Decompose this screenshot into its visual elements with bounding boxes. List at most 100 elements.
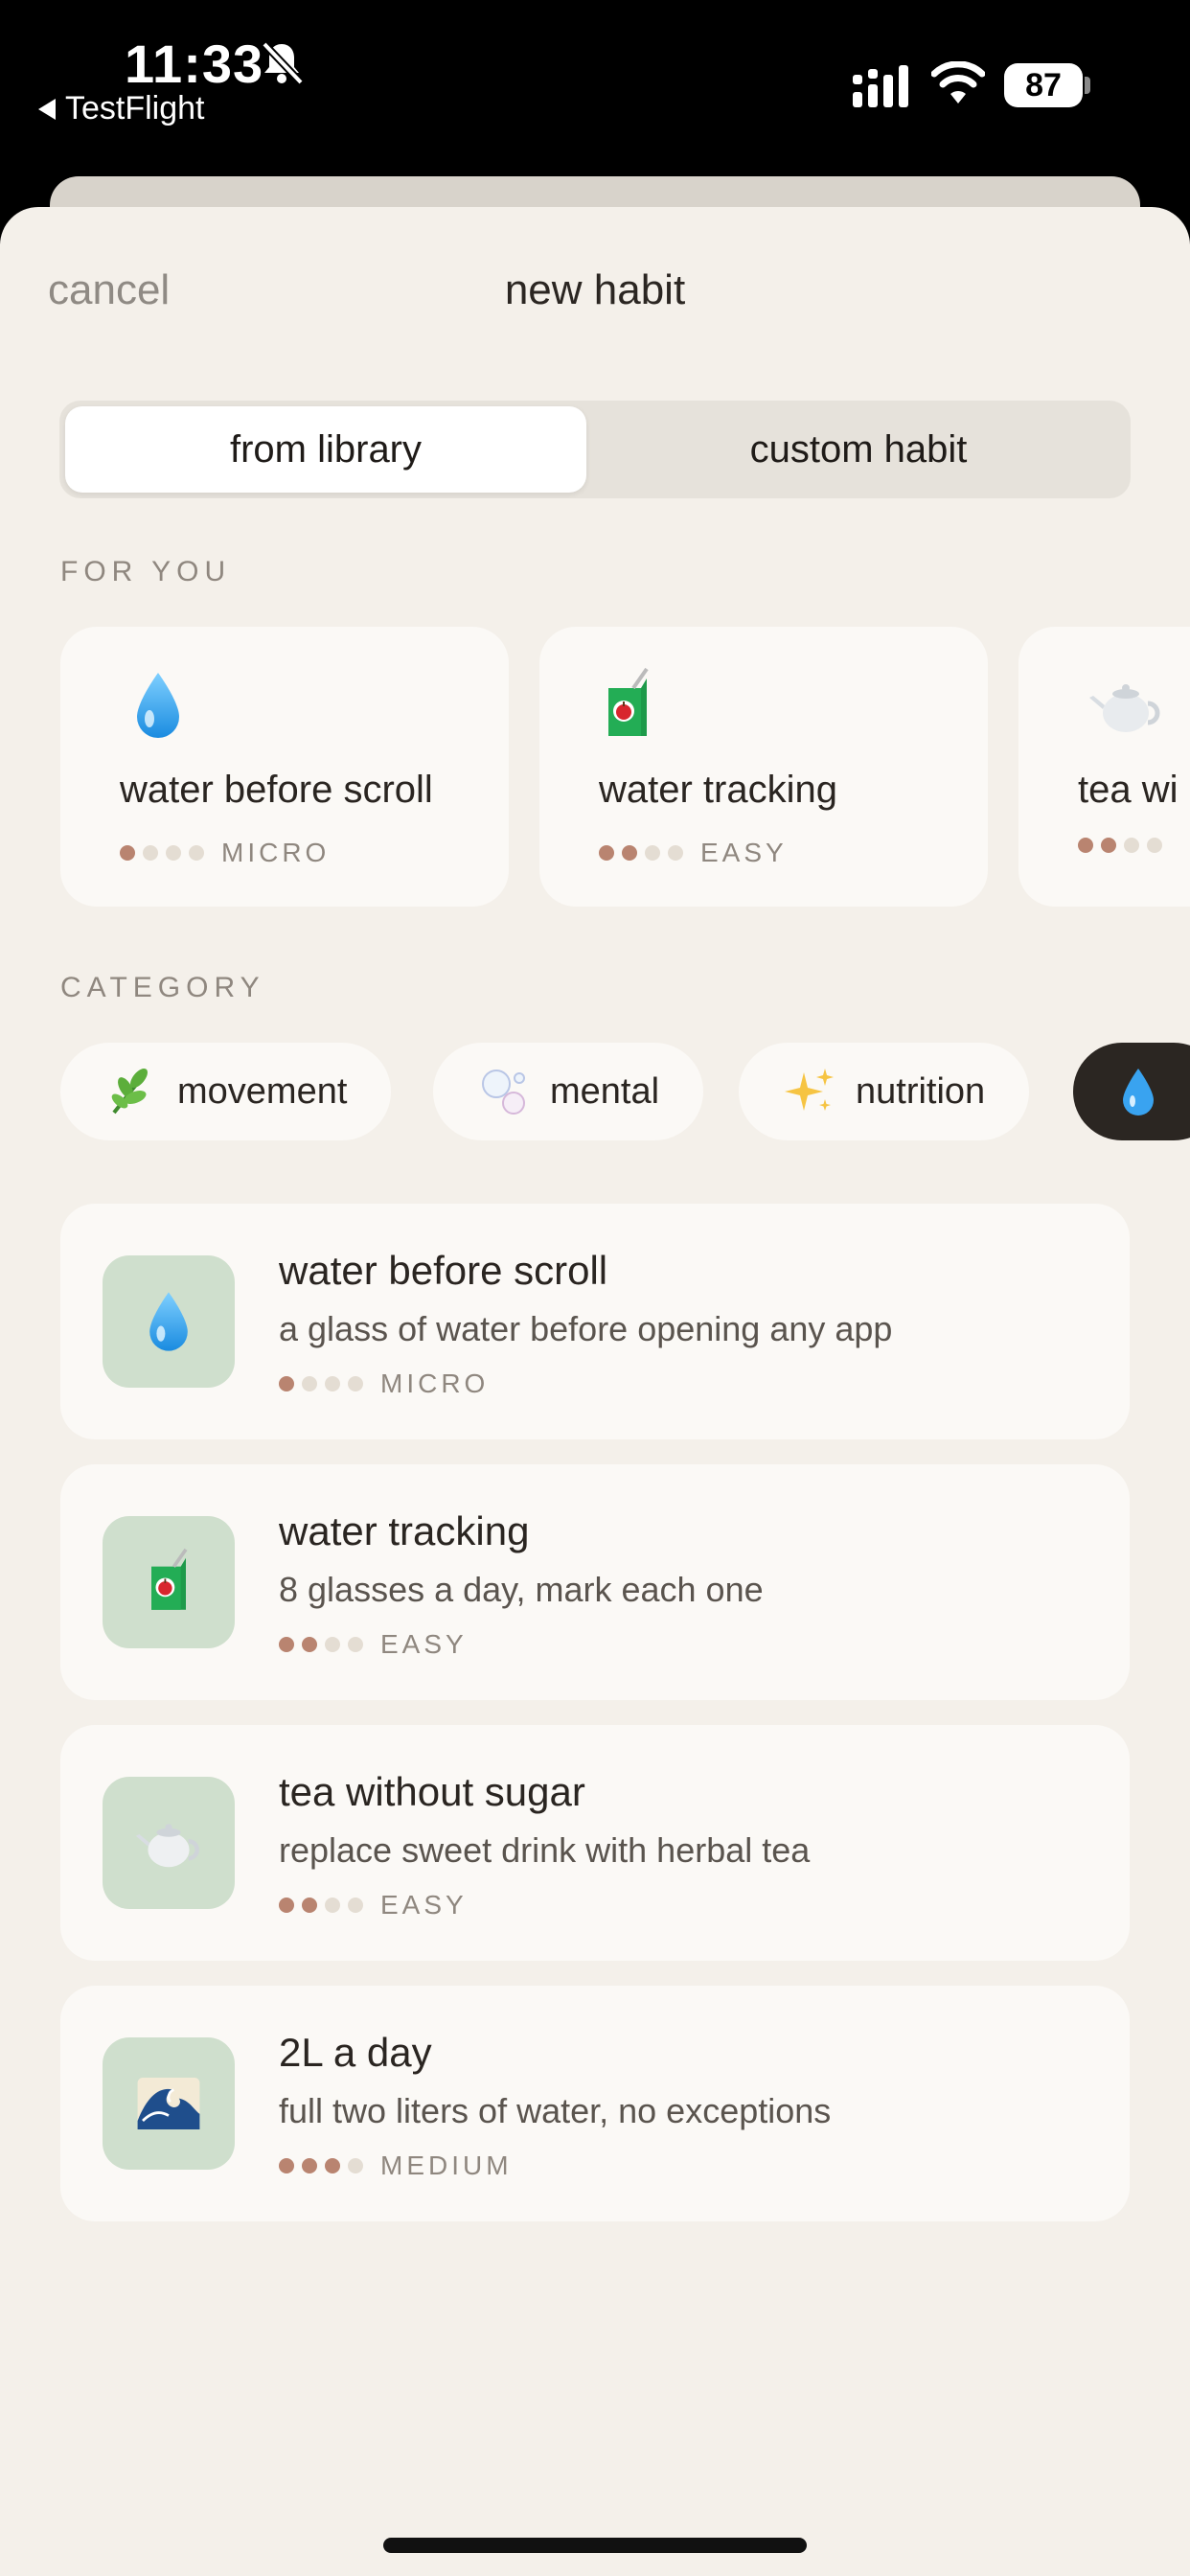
habit-description: a glass of water before opening any app (279, 1309, 893, 1348)
back-app-label: TestFlight (65, 90, 205, 126)
difficulty-dot (1147, 838, 1162, 853)
habit-title: 2L a day (279, 2030, 432, 2075)
habit-description: full two liters of water, no exceptions (279, 2091, 832, 2130)
habit-row-water-before-scroll[interactable]: water before scroll a glass of water bef… (60, 1204, 1130, 1439)
difficulty-dot (325, 1898, 340, 1913)
difficulty-dot (622, 845, 637, 861)
difficulty-dot (279, 1376, 294, 1392)
suggestion-card-tea[interactable]: tea wi (1018, 627, 1190, 907)
habit-description: 8 glasses a day, mark each one (279, 1570, 764, 1609)
difficulty-dot (668, 845, 683, 861)
difficulty-dot (302, 1637, 317, 1652)
difficulty-dots (1078, 838, 1162, 853)
suggestion-card-water-tracking[interactable]: water tracking EASY (539, 627, 988, 907)
difficulty-dot (302, 1898, 317, 1913)
difficulty-label: MICRO (380, 1368, 490, 1398)
difficulty-meta: EASY (279, 1890, 468, 1920)
difficulty-dot (348, 1898, 363, 1913)
chip-movement[interactable]: movement (60, 1043, 392, 1140)
status-time: 11:33 (125, 34, 264, 94)
difficulty-dot (348, 1637, 363, 1652)
category-heading: CATEGORY (60, 972, 265, 1003)
screen: 11:33 TestFlight 87 cancel new habit fro… (0, 0, 1190, 2576)
herb-icon (111, 1069, 148, 1115)
chip-mental[interactable]: mental (433, 1043, 704, 1140)
difficulty-label: EASY (380, 1890, 468, 1920)
habit-icon-tile (103, 1516, 235, 1648)
droplet-icon (137, 673, 179, 738)
chip-hydration[interactable] (1073, 1043, 1190, 1140)
difficulty-label: MICRO (221, 838, 331, 867)
new-habit-sheet: cancel new habit from library custom hab… (0, 207, 1190, 2576)
difficulty-dot (279, 1637, 294, 1652)
battery-nub (1085, 77, 1090, 94)
habit-title: water tracking (279, 1508, 530, 1553)
difficulty-dot (166, 845, 181, 861)
difficulty-dot (325, 1637, 340, 1652)
chip-label: nutrition (856, 1070, 986, 1112)
chip-label: mental (550, 1070, 660, 1112)
difficulty-dots (279, 1637, 363, 1652)
battery-indicator: 87 (1004, 63, 1083, 107)
bubbles-icon (482, 1070, 525, 1115)
card-title: water before scroll (120, 769, 433, 811)
suggestion-card-water-before-scroll[interactable]: water before scroll MICRO (60, 627, 509, 907)
habit-icon-tile (103, 1255, 235, 1388)
tab-from-library[interactable]: from library (65, 406, 586, 493)
difficulty-meta (1078, 838, 1162, 853)
habit-row-tea-without-sugar[interactable]: tea without sugar replace sweet drink wi… (60, 1725, 1130, 1961)
for-you-heading: FOR YOU (60, 556, 232, 587)
difficulty-dots (279, 2158, 363, 2174)
tab-custom-habit[interactable]: custom habit (592, 406, 1125, 493)
juice-box-icon (608, 667, 649, 736)
home-indicator[interactable] (383, 2538, 807, 2553)
back-arrow-icon (38, 98, 56, 120)
card-title: tea wi (1078, 769, 1179, 811)
difficulty-dot (302, 1376, 317, 1392)
difficulty-dot (120, 845, 135, 861)
habit-row-2l-a-day[interactable]: 2L a day full two liters of water, no ex… (60, 1986, 1130, 2221)
chip-label: movement (177, 1070, 348, 1112)
difficulty-meta: MICRO (120, 838, 330, 868)
difficulty-dot (143, 845, 158, 861)
difficulty-dot (189, 845, 204, 861)
habit-row-water-tracking[interactable]: water tracking 8 glasses a day, mark eac… (60, 1464, 1130, 1700)
difficulty-dots (279, 1376, 363, 1392)
difficulty-dot (279, 2158, 294, 2174)
difficulty-meta: EASY (599, 838, 788, 868)
cellular-signal-icon (853, 65, 908, 107)
habit-icon-tile (103, 2037, 235, 2170)
difficulty-dots (279, 1898, 363, 1913)
difficulty-dots (599, 845, 683, 861)
difficulty-dot (645, 845, 660, 861)
difficulty-label: MEDIUM (380, 2150, 513, 2180)
card-title: water tracking (599, 769, 837, 811)
habit-icon-tile (103, 1777, 235, 1909)
habit-title: tea without sugar (279, 1769, 585, 1814)
droplet-icon (149, 1292, 188, 1351)
teapot-icon (135, 1824, 199, 1868)
bell-slash-icon (262, 41, 304, 85)
difficulty-dot (1101, 838, 1116, 853)
difficulty-dot (599, 845, 614, 861)
chip-nutrition[interactable]: nutrition (739, 1043, 1030, 1140)
difficulty-label: EASY (380, 1629, 468, 1659)
difficulty-dot (1124, 838, 1139, 853)
droplet-icon (1123, 1069, 1154, 1116)
difficulty-dot (348, 1376, 363, 1392)
page-title: new habit (504, 266, 686, 313)
difficulty-meta: MEDIUM (279, 2150, 513, 2181)
difficulty-meta: MICRO (279, 1368, 489, 1399)
sparkles-icon (785, 1069, 834, 1111)
back-to-app-link[interactable]: TestFlight (38, 90, 205, 127)
difficulty-label: EASY (700, 838, 788, 867)
difficulty-dot (348, 2158, 363, 2174)
wave-icon (137, 2078, 200, 2129)
teapot-icon (1089, 684, 1160, 732)
difficulty-dot (325, 1376, 340, 1392)
difficulty-dot (279, 1898, 294, 1913)
difficulty-dot (325, 2158, 340, 2174)
wifi-icon (931, 61, 985, 104)
habit-title: water before scroll (279, 1248, 608, 1293)
difficulty-dot (1078, 838, 1093, 853)
